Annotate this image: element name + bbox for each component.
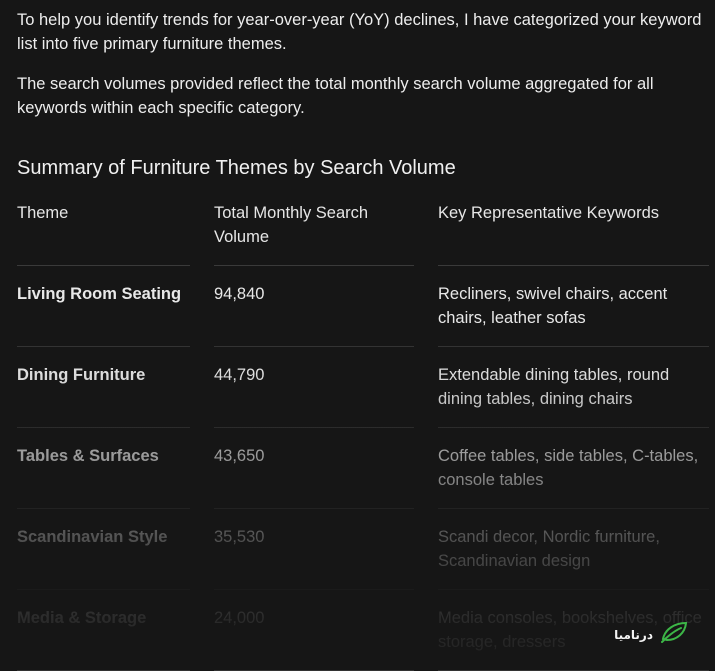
table-row: Dining Furniture 44,790 Extendable dinin… <box>17 347 709 428</box>
watermark-text: درنامیا <box>614 627 653 642</box>
table-row: Living Room Seating 94,840 Recliners, sw… <box>17 266 709 347</box>
header-keywords: Key Representative Keywords <box>438 201 709 266</box>
keywords-cell: Scandi decor, Nordic furniture, Scandina… <box>438 509 709 590</box>
theme-cell: Tables & Surfaces <box>17 428 190 509</box>
header-theme: Theme <box>17 201 190 266</box>
volume-cell: 94,840 <box>214 266 414 347</box>
keywords-cell: Coffee tables, side tables, C-tables, co… <box>438 428 709 509</box>
theme-cell: Living Room Seating <box>17 266 190 347</box>
table-header-row: Theme Total Monthly Search Volume Key Re… <box>17 201 709 266</box>
intro-paragraph-2: The search volumes provided reflect the … <box>17 75 654 117</box>
volume-cell: 44,790 <box>214 347 414 428</box>
watermark: درنامیا <box>614 619 689 650</box>
header-volume: Total Monthly Search Volume <box>214 201 414 266</box>
table-row: Scandinavian Style 35,530 Scandi decor, … <box>17 509 709 590</box>
theme-cell: Media & Storage <box>17 590 190 671</box>
table-row: Tables & Surfaces 43,650 Coffee tables, … <box>17 428 709 509</box>
section-heading: Summary of Furniture Themes by Search Vo… <box>17 157 456 179</box>
keywords-cell: Recliners, swivel chairs, accent chairs,… <box>438 266 709 347</box>
theme-cell: Dining Furniture <box>17 347 190 428</box>
theme-cell: Scandinavian Style <box>17 509 190 590</box>
themes-table: Theme Total Monthly Search Volume Key Re… <box>17 201 709 671</box>
response-content: To help you identify trends for year-ove… <box>17 8 709 671</box>
keywords-cell: Extendable dining tables, round dining t… <box>438 347 709 428</box>
volume-cell: 43,650 <box>214 428 414 509</box>
volume-cell: 35,530 <box>214 509 414 590</box>
leaf-logo-icon <box>659 619 689 650</box>
table-row: Media & Storage 24,000 Media consoles, b… <box>17 590 709 671</box>
intro-paragraph-1: To help you identify trends for year-ove… <box>17 11 702 53</box>
volume-cell: 24,000 <box>214 590 414 671</box>
